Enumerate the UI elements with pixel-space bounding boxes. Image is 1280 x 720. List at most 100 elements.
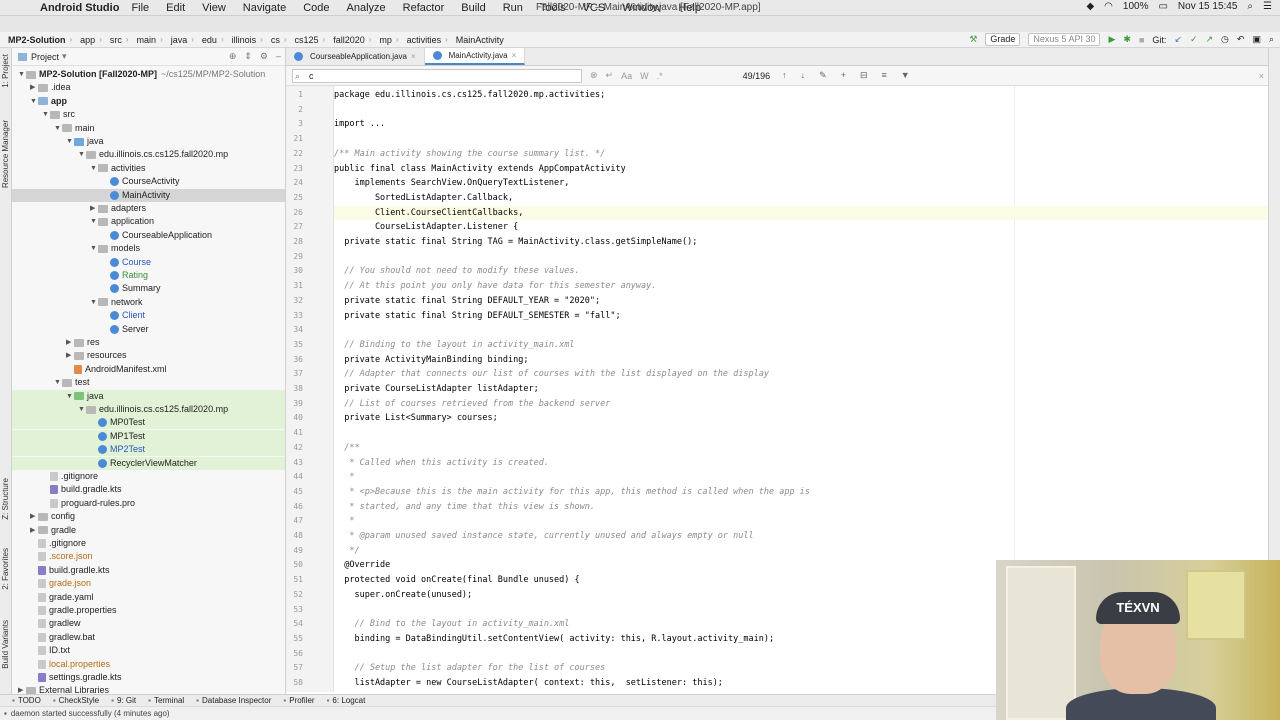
tree-item[interactable]: ▼ src [12,108,285,121]
tree-item[interactable]: ▼ edu.illinois.cs.cs125.fall2020.mp [12,403,285,416]
tree-item[interactable]: .gitignore [12,537,285,550]
tree-item[interactable]: Rating [12,269,285,282]
code-line[interactable]: CourseListAdapter.Listener { [334,220,518,235]
chevron-down-icon[interactable]: ▼ [90,242,98,255]
code-line[interactable]: public final class MainActivity extends … [334,162,626,177]
breadcrumb-item[interactable]: cs125 › [294,35,325,45]
chevron-down-icon[interactable]: ▼ [54,122,62,135]
chevron-down-icon[interactable]: ▼ [54,376,62,389]
tab-main-activity[interactable]: MainActivity.java × [424,48,526,65]
run-config-select[interactable]: Grade [985,33,1021,46]
tree-item[interactable]: gradlew [12,617,285,630]
locate-icon[interactable]: ⊕ [229,51,237,62]
search-everywhere-icon[interactable]: ⌕ [1269,34,1274,45]
tree-item[interactable]: CourseActivity [12,175,285,188]
tree-item[interactable]: proguard-rules.pro [12,497,285,510]
tree-item[interactable]: ▼ network [12,296,285,309]
code-line[interactable]: * [334,514,354,529]
tree-item[interactable]: MP1Test [12,429,285,443]
tree-item[interactable]: ▶ config [12,510,285,523]
clear-search-icon[interactable]: ⊗ [590,70,598,81]
tree-item[interactable]: ▼ MP2-Solution [Fall2020-MP] ~/cs125/MP/MP… [12,68,285,81]
chevron-down-icon[interactable]: ▼ [42,108,50,121]
tree-item[interactable]: Summary [12,282,285,295]
chevron-down-icon[interactable]: ▼ [78,148,86,161]
code-line[interactable]: implements SearchView.OnQueryTextListene… [334,176,569,191]
code-line[interactable]: listAdapter = new CourseListAdapter( con… [334,676,722,691]
tree-item[interactable]: ▼ models [12,242,285,255]
tree-item[interactable]: ▼ application [12,215,285,228]
tree-item[interactable]: CourseableApplication [12,229,285,242]
add-cursor-icon[interactable]: + [841,70,846,81]
code-line[interactable]: // Setup the list adapter for the list o… [334,661,605,676]
close-icon[interactable]: × [1259,71,1264,81]
code-line[interactable]: Client.CourseClientCallbacks, [334,205,1280,221]
chevron-down-icon[interactable]: ▼ [90,215,98,228]
menu-file[interactable]: File [131,2,149,14]
tree-item[interactable]: ▶ res [12,336,285,349]
code-line[interactable]: * @param unused saved instance state, cu… [334,529,753,544]
breadcrumb-item[interactable]: java › [171,35,194,45]
collapse-all-icon[interactable]: ⇕ [244,51,252,62]
chevron-down-icon[interactable]: ▼ [90,296,98,309]
menu-list-icon[interactable]: ☰ [1263,1,1272,12]
tree-item[interactable]: Server [12,323,285,336]
code-line[interactable]: private CourseListAdapter listAdapter; [334,382,538,397]
project-panel-title[interactable]: Project [31,52,59,62]
tree-item[interactable]: gradlew.bat [12,631,285,644]
tree-item[interactable]: ▶ adapters [12,202,285,215]
run-icon[interactable]: ▶ [1108,34,1115,45]
breadcrumb-item[interactable]: edu › [202,35,224,45]
previous-match-icon[interactable]: ↑ [782,70,787,81]
tree-item[interactable]: gradle.properties [12,604,285,617]
chevron-down-icon[interactable]: ▼ [18,68,26,81]
code-line[interactable]: * <p>Because this is the main activity f… [334,485,810,500]
breadcrumb-item[interactable]: main › [137,35,163,45]
tree-item[interactable]: settings.gradle.kts [12,671,285,684]
tree-item[interactable]: ▶ resources [12,349,285,362]
battery-level[interactable]: 100% [1123,1,1149,12]
code-line[interactable]: package edu.illinois.cs.cs125.fall2020.m… [334,88,605,103]
tree-item[interactable]: ▼ app [12,95,285,108]
tree-item[interactable]: ID.txt [12,644,285,657]
pin-icon[interactable]: ✎ [819,70,827,81]
line-number-gutter[interactable]: 1 2 3 21 22 23 24 25 26 27 28 29 30 31 32 33 34 35 36 37 38 3… [286,86,334,692]
hammer-icon[interactable]: ⚒ [969,34,977,45]
tree-item[interactable]: MP2Test [12,443,285,457]
tree-item[interactable]: RecyclerViewMatcher [12,456,285,470]
chevron-down-icon[interactable]: ▾ [62,51,67,62]
breadcrumb-item[interactable]: app › [80,35,102,45]
whole-words-icon[interactable]: W [640,71,649,81]
chevron-down-icon[interactable]: ▼ [30,95,38,108]
tree-item[interactable]: .gitignore [12,470,285,483]
breadcrumb-item[interactable]: fall2020 › [333,35,371,45]
chevron-right-icon[interactable]: ▶ [66,336,74,349]
select-all-icon[interactable]: ⊟ [860,70,868,81]
chevron-right-icon[interactable]: ▶ [30,510,38,523]
code-line[interactable]: // At this point you only have data for … [334,279,656,294]
close-icon[interactable]: × [411,52,416,61]
tool-window-button[interactable]: ▪ CheckStyle [53,696,99,705]
debug-icon[interactable]: ✱ [1123,34,1131,45]
tool-window-button[interactable]: ▪ 9: Git [111,696,136,705]
tree-item[interactable]: build.gradle.kts [12,483,285,496]
breadcrumb-item[interactable]: illinois › [232,35,263,45]
code-line[interactable]: * [334,470,354,485]
tool-window-button[interactable]: ▪ Database Inspector [196,696,271,705]
code-line[interactable]: binding = DataBindingUtil.setContentView… [334,632,774,647]
tree-item[interactable]: .score.json [12,550,285,563]
wifi-icon[interactable]: ◠ [1104,1,1113,12]
next-match-icon[interactable]: ↓ [801,70,806,81]
app-menu[interactable]: Android Studio [40,2,119,14]
chevron-right-icon[interactable]: ▶ [90,202,98,215]
tool-window-button[interactable]: ▪ Profiler [283,696,314,705]
breadcrumb-item[interactable]: cs › [271,35,287,45]
tree-item[interactable]: ▼ java [12,389,285,403]
tree-item[interactable]: ▶ External Libraries [12,684,285,694]
search-icon[interactable]: ⌕ [1247,1,1253,12]
chevron-right-icon[interactable]: ▶ [66,349,74,362]
rollback-icon[interactable]: ↶ [1237,34,1245,45]
tree-item[interactable]: ▼ activities [12,162,285,175]
chevron-right-icon[interactable]: ▶ [30,81,38,94]
history-icon[interactable]: ◷ [1221,34,1229,45]
